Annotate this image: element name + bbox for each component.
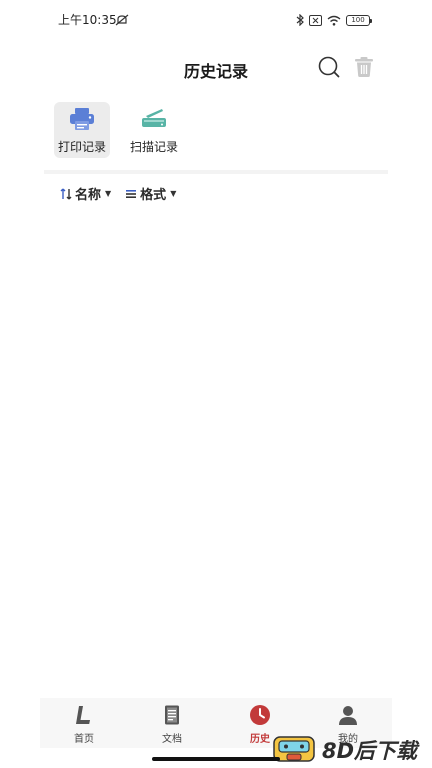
- record-tabs: 打印记录 扫描记录: [54, 102, 182, 158]
- sort-icon: [60, 188, 72, 199]
- nav-home-label: 首页: [74, 734, 94, 745]
- format-filter-label: 格式: [140, 188, 167, 203]
- search-button[interactable]: [317, 55, 341, 79]
- sim-off-icon: [309, 11, 322, 30]
- nav-documents-label: 文档: [162, 734, 182, 745]
- watermark-text: 8D后下载: [322, 739, 418, 763]
- sort-by-name-label: 名称: [75, 188, 102, 203]
- battery-icon: 100: [346, 15, 372, 26]
- format-filter-dropdown[interactable]: 格式 ▼: [125, 184, 176, 203]
- printer-icon: [70, 108, 94, 130]
- watermark: 8D后下载: [272, 735, 430, 765]
- nav-documents[interactable]: 文档: [128, 698, 216, 748]
- status-time: 上午10:35: [58, 13, 117, 27]
- bluetooth-icon: [296, 11, 304, 30]
- header: 历史记录: [0, 48, 432, 88]
- search-icon: [318, 56, 340, 78]
- filter-bar: 名称 ▼ 格式 ▼: [60, 184, 176, 203]
- trash-icon: [355, 57, 373, 77]
- scanner-icon: [142, 109, 166, 127]
- user-icon: [339, 706, 357, 725]
- tab-scan-records-label: 扫描记录: [129, 140, 178, 154]
- home-indicator: [152, 757, 280, 761]
- tab-print-records-label: 打印记录: [57, 140, 106, 154]
- status-icons: 100: [296, 11, 372, 30]
- home-icon: [76, 706, 90, 724]
- clock-icon: [250, 705, 270, 725]
- document-icon: [165, 705, 179, 725]
- divider: [44, 170, 388, 174]
- delete-button[interactable]: [352, 55, 376, 79]
- tab-scan-records[interactable]: 扫描记录: [126, 102, 182, 158]
- sort-by-name-dropdown[interactable]: 名称 ▼: [60, 184, 111, 203]
- wifi-icon: [327, 11, 341, 30]
- nav-history-label: 历史: [250, 734, 270, 745]
- status-bar: 上午10:35 100: [0, 0, 432, 38]
- caret-down-icon: ▼: [170, 189, 177, 198]
- caret-down-icon: ▼: [105, 189, 112, 198]
- nav-home[interactable]: 首页: [40, 698, 128, 748]
- tab-print-records[interactable]: 打印记录: [54, 102, 110, 158]
- muted-icon: [115, 11, 129, 30]
- list-icon: [126, 189, 137, 198]
